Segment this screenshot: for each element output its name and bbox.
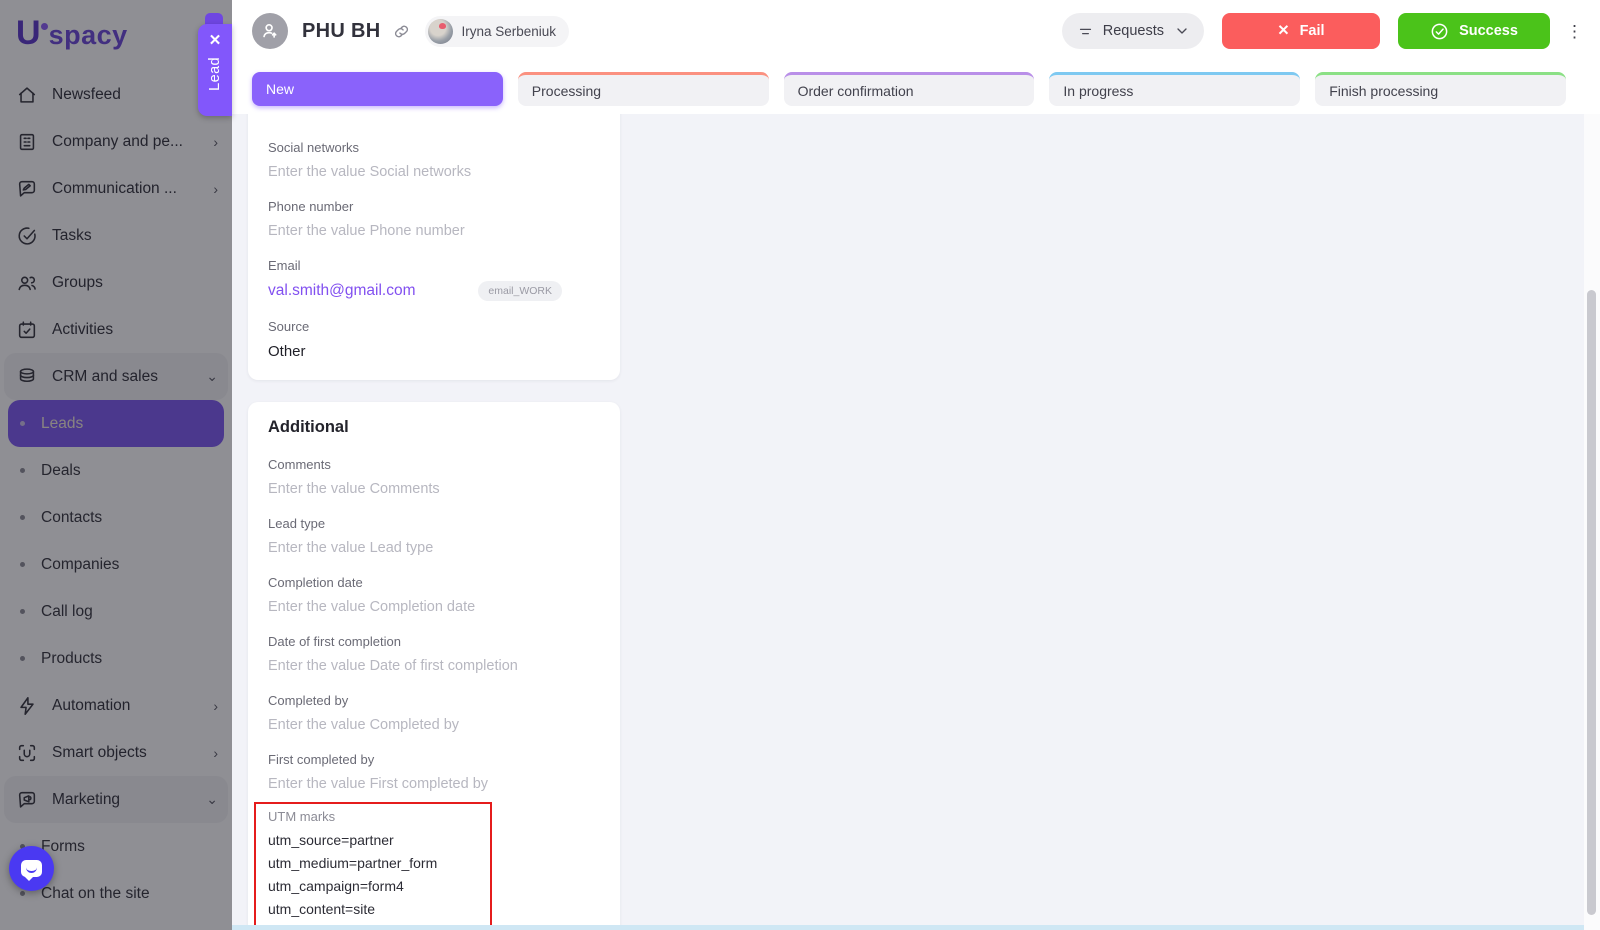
responsible-chip[interactable]: Iryna Serbeniuk xyxy=(425,15,570,47)
card-title: Content creator xyxy=(268,114,600,116)
x-icon: ✕ xyxy=(1277,23,1290,39)
scrollbar-track[interactable] xyxy=(1584,114,1600,930)
stage-label: In progress xyxy=(1063,82,1134,99)
field-label: First completed by xyxy=(268,752,375,767)
panel-content: Content creator Social networks Enter th… xyxy=(232,114,1584,930)
page-title: PHU BH xyxy=(302,19,381,42)
field-placeholder[interactable]: Enter the value First completed by xyxy=(268,776,600,792)
field-placeholder[interactable]: Enter the value Completed by xyxy=(268,717,600,733)
card-title: Additional xyxy=(268,418,349,436)
chat-launcher-button[interactable] xyxy=(9,846,54,891)
stage-label: Processing xyxy=(531,82,602,99)
success-button[interactable]: Success xyxy=(1398,13,1550,49)
pipeline-stages: New Processing Order confirmation In pro… xyxy=(232,62,1584,114)
panel-header: PHU BH Iryna Serbeniuk Requests ✕ Fail S… xyxy=(232,0,1600,62)
stage-finish-processing[interactable]: Finish processing xyxy=(1315,72,1566,106)
field-placeholder[interactable]: Enter the value Comments xyxy=(268,481,600,497)
fail-button[interactable]: ✕ Fail xyxy=(1222,13,1380,49)
stage-new[interactable]: New xyxy=(252,72,503,106)
source-value[interactable]: Other xyxy=(268,343,600,360)
responsible-avatar xyxy=(428,18,454,44)
field-label: Lead type xyxy=(268,516,326,531)
contact-creator-card: Content creator Social networks Enter th… xyxy=(248,114,620,380)
field-label: Completed by xyxy=(268,693,349,708)
field-lead-type[interactable]: Lead type Enter the value Lead type xyxy=(268,516,600,556)
stage-label: Order confirmation xyxy=(797,82,914,99)
utm-marks-label: UTM marks xyxy=(268,809,336,824)
stage-order-confirmation[interactable]: Order confirmation xyxy=(783,72,1035,106)
field-placeholder[interactable]: Enter the value Date of first completion xyxy=(268,658,600,674)
responsible-name: Iryna Serbeniuk xyxy=(461,23,557,39)
success-label: Success xyxy=(1459,23,1518,39)
chat-bubble-icon xyxy=(21,860,42,881)
utm-content-value: utm_content=site xyxy=(268,901,376,917)
requests-label: Requests xyxy=(1102,23,1164,39)
utm-medium-value: utm_medium=partner_form xyxy=(268,855,438,871)
lead-tab-label: Lead xyxy=(207,57,223,91)
field-label: Date of first completion xyxy=(268,634,401,649)
utm-campaign-value: utm_campaign=form4 xyxy=(268,878,404,894)
field-phone-number[interactable]: Phone number Enter the value Phone numbe… xyxy=(268,199,600,239)
field-comments[interactable]: Comments Enter the value Comments xyxy=(268,457,600,497)
field-email[interactable]: Email val.smith@gmail.com email_WORK xyxy=(268,258,600,301)
email-type-badge: email_WORK xyxy=(478,281,562,301)
field-label: Completion date xyxy=(268,575,363,590)
chevron-down-icon xyxy=(1174,23,1190,39)
field-date-first-completion[interactable]: Date of first completion Enter the value… xyxy=(268,634,600,674)
stage-label: Finish processing xyxy=(1329,82,1439,99)
field-completion-date[interactable]: Completion date Enter the value Completi… xyxy=(268,575,600,615)
utm-marks-highlight-box: UTM marks utm_source=partner utm_medium=… xyxy=(254,802,492,930)
field-source[interactable]: Source Other xyxy=(268,319,600,360)
stage-processing[interactable]: Processing xyxy=(517,72,769,106)
utm-source-value: utm_source=partner xyxy=(268,832,394,848)
copy-link-icon[interactable] xyxy=(392,22,411,41)
requests-dropdown[interactable]: Requests xyxy=(1061,13,1204,49)
field-label: Phone number xyxy=(268,199,354,214)
field-placeholder[interactable]: Enter the value Social networks xyxy=(268,164,600,180)
stage-label: New xyxy=(266,81,295,97)
field-placeholder[interactable]: Enter the value Completion date xyxy=(268,599,600,615)
scrollbar-thumb[interactable] xyxy=(1587,290,1596,915)
close-icon[interactable]: ✕ xyxy=(209,33,222,48)
lead-avatar[interactable] xyxy=(252,13,288,49)
more-menu-icon[interactable]: ⋮ xyxy=(1566,23,1583,40)
check-circle-icon xyxy=(1430,22,1449,41)
lead-detail-panel: PHU BH Iryna Serbeniuk Requests ✕ Fail S… xyxy=(232,0,1600,930)
field-placeholder[interactable]: Enter the value Phone number xyxy=(268,223,600,239)
field-label: Email xyxy=(268,258,301,273)
field-social-networks[interactable]: Social networks Enter the value Social n… xyxy=(268,140,600,180)
field-label: Social networks xyxy=(268,140,360,155)
additional-card: Additional Comments Enter the value Comm… xyxy=(248,402,620,930)
bottom-edge-bar xyxy=(232,925,1584,930)
field-first-completed-by[interactable]: First completed by Enter the value First… xyxy=(268,752,600,792)
field-label: Source xyxy=(268,319,310,334)
field-placeholder[interactable]: Enter the value Lead type xyxy=(268,540,600,556)
field-label: Comments xyxy=(268,457,331,472)
filter-icon xyxy=(1077,23,1094,40)
field-completed-by[interactable]: Completed by Enter the value Completed b… xyxy=(268,693,600,733)
lead-side-tab[interactable]: ✕ Lead xyxy=(198,24,232,116)
stage-in-progress[interactable]: In progress xyxy=(1049,72,1301,106)
fail-label: Fail xyxy=(1299,23,1325,39)
